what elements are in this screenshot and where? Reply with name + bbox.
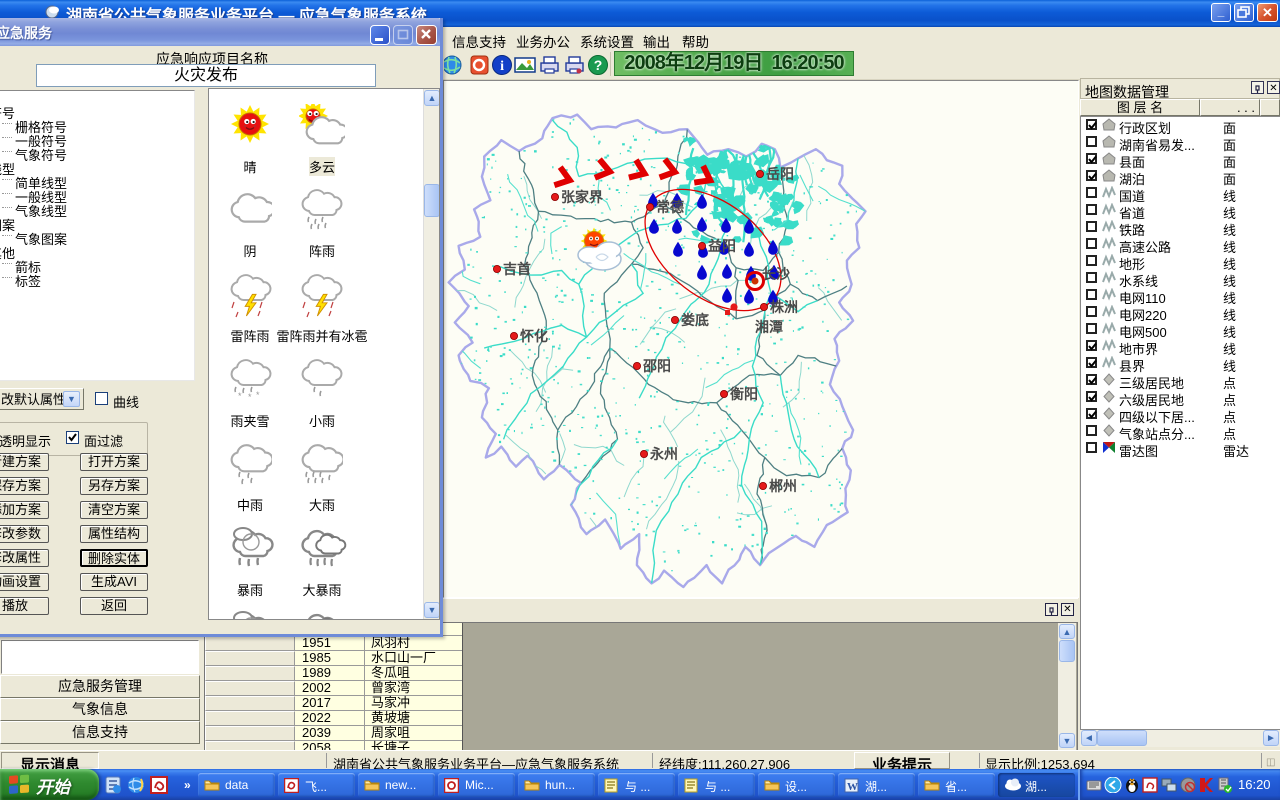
svg-text:*: * xyxy=(248,392,252,402)
svg-text:长沙: 长沙 xyxy=(762,266,790,282)
svg-text:张家界: 张家界 xyxy=(561,189,604,205)
svg-text:i: i xyxy=(500,59,504,74)
svg-text:W: W xyxy=(847,781,858,793)
svg-text:郴州: 郴州 xyxy=(769,478,797,494)
svg-text:怀化: 怀化 xyxy=(520,328,548,344)
svg-text:湘潭: 湘潭 xyxy=(755,319,783,335)
svg-text:娄底: 娄底 xyxy=(681,312,709,328)
svg-text:吉首: 吉首 xyxy=(503,261,531,277)
svg-text:株洲: 株洲 xyxy=(770,299,798,315)
svg-text:»: » xyxy=(184,778,191,792)
svg-text:益阳: 益阳 xyxy=(708,238,736,254)
svg-text:邵阳: 邵阳 xyxy=(642,358,671,374)
svg-text:常德: 常德 xyxy=(656,199,684,215)
svg-text:岳阳: 岳阳 xyxy=(766,166,794,182)
svg-text:*: * xyxy=(238,391,242,401)
svg-text:*: * xyxy=(256,390,260,400)
svg-text:衡阳: 衡阳 xyxy=(730,386,758,402)
svg-text:?: ? xyxy=(594,57,603,73)
svg-text:永州: 永州 xyxy=(649,446,678,462)
